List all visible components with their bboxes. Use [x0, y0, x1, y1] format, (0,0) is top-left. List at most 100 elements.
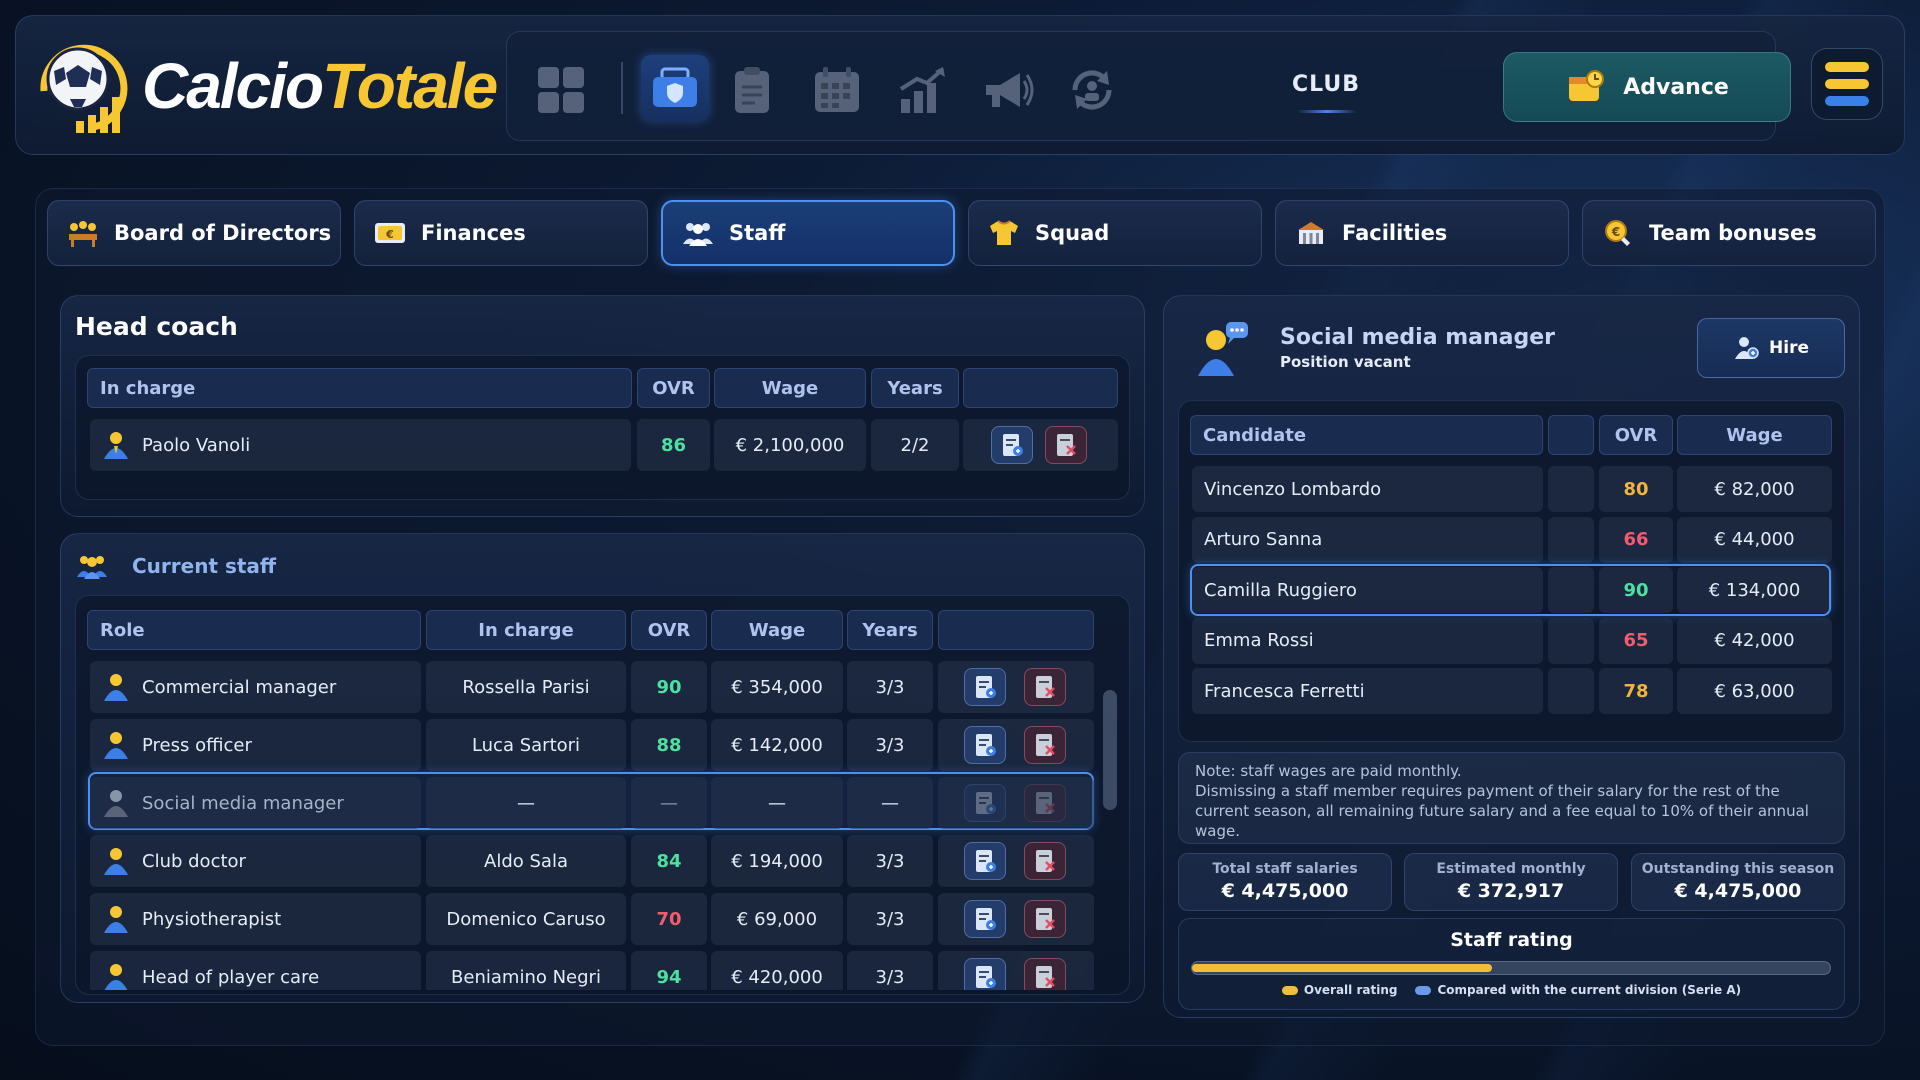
stat-estimated-monthly: Estimated monthly € 372,917: [1404, 853, 1618, 911]
staff-role-label: Head of player care: [142, 966, 320, 988]
board-icon: [69, 221, 97, 247]
football-logo-icon: [34, 31, 130, 141]
renew-contract-icon: [976, 734, 996, 756]
candidate-wage: € 42,000: [1677, 617, 1832, 664]
renew-contract-button[interactable]: [964, 958, 1006, 990]
staff-actions-cell: [938, 719, 1094, 771]
candidate-name[interactable]: Arturo Sanna: [1192, 516, 1543, 563]
staff-role-cell[interactable]: Commercial manager: [90, 661, 421, 713]
dismiss-button[interactable]: [1024, 958, 1066, 990]
stat-value: € 4,475,000: [1221, 880, 1349, 902]
staff-role-cell[interactable]: Physiotherapist: [90, 893, 421, 945]
stats-chart-icon[interactable]: [892, 62, 952, 118]
candidate-name[interactable]: Emma Rossi: [1192, 617, 1543, 664]
main-menu-button[interactable]: [1811, 48, 1883, 120]
dashboard-icon[interactable]: [531, 62, 591, 118]
renew-contract-button[interactable]: [964, 842, 1006, 880]
staff-in-charge: Aldo Sala: [426, 835, 626, 887]
candidate-spacer: [1548, 516, 1594, 563]
tab-facilities[interactable]: Facilities: [1275, 200, 1569, 266]
news-megaphone-icon[interactable]: [977, 62, 1037, 118]
dismiss-button[interactable]: [1024, 900, 1066, 938]
transfers-icon[interactable]: [1062, 62, 1122, 118]
col-header-role: Role: [87, 610, 421, 650]
candidate-wage: € 63,000: [1677, 668, 1832, 714]
calendar-advance-icon: [1569, 70, 1605, 101]
col-header-wage: Wage: [1677, 415, 1832, 455]
dismiss-contract-icon: [1036, 734, 1055, 756]
legend-compare-label: Compared with the current division (Seri…: [1437, 983, 1742, 997]
hire-label: Hire: [1769, 338, 1809, 358]
staff-role-label: Social media manager: [142, 792, 344, 814]
legend-compare: Compared with the current division (Seri…: [1415, 983, 1741, 997]
candidate-name[interactable]: Vincenzo Lombardo: [1192, 466, 1543, 512]
renew-contract-button[interactable]: [964, 726, 1006, 764]
candidate-ovr: 65: [1599, 617, 1673, 664]
staff-wage: € 354,000: [711, 661, 843, 713]
staff-wage: € 194,000: [711, 835, 843, 887]
calendar-icon[interactable]: [807, 62, 867, 118]
staff-role-cell[interactable]: Press officer: [90, 719, 421, 771]
svg-text:€: €: [1611, 225, 1620, 239]
dismiss-button[interactable]: [1045, 426, 1087, 464]
staff-rows-viewport: Commercial manager Rossella Parisi 90 € 354…: [0, 655, 1130, 990]
staff-rating-bar: [1191, 961, 1831, 975]
candidate-wage: € 82,000: [1677, 466, 1832, 512]
dismiss-button[interactable]: [1024, 726, 1066, 764]
current-staff-title: Current staff: [132, 554, 277, 578]
staff-role-cell[interactable]: Club doctor: [90, 835, 421, 887]
staff-person-icon: [104, 674, 128, 701]
staff-rating-title: Staff rating: [1450, 929, 1573, 951]
staff-person-icon: [104, 790, 128, 817]
tab-label: Staff: [729, 221, 786, 245]
renew-contract-button[interactable]: [964, 668, 1006, 706]
staff-actions-cell: [938, 777, 1094, 829]
col-header-ovr: OVR: [637, 368, 710, 408]
dismiss-contract-icon: [1057, 434, 1076, 456]
section-label: CLUB: [1292, 72, 1361, 97]
staff-icon: [683, 223, 713, 246]
staff-scrollbar[interactable]: [1103, 690, 1117, 810]
staff-role-cell[interactable]: Head of player care: [90, 951, 421, 990]
tactics-clipboard-icon[interactable]: [722, 62, 782, 118]
hire-button[interactable]: Hire: [1697, 318, 1845, 378]
staff-group-icon: [77, 556, 107, 579]
tab-staff[interactable]: Staff: [661, 200, 955, 266]
dismiss-contract-icon: [1036, 850, 1055, 872]
col-header-candidate: Candidate: [1190, 415, 1543, 455]
renew-contract-button[interactable]: [991, 426, 1033, 464]
candidate-ovr: 80: [1599, 466, 1673, 512]
col-header-wage: Wage: [714, 368, 866, 408]
head-coach-title: Head coach: [75, 312, 238, 341]
staff-actions-cell: [938, 951, 1094, 990]
section-underline: [1297, 110, 1357, 113]
tab-board-of-directors[interactable]: Board of Directors: [47, 200, 341, 266]
staff-years: —: [847, 777, 933, 829]
dismiss-button[interactable]: [1024, 668, 1066, 706]
staff-ovr: 94: [631, 951, 707, 990]
dismiss-button[interactable]: [1024, 842, 1066, 880]
candidate-name[interactable]: Francesca Ferretti: [1192, 668, 1543, 714]
candidate-spacer: [1548, 617, 1594, 664]
main-nav: CLUB Advance: [506, 31, 1791, 141]
staff-person-icon: [104, 732, 128, 759]
candidate-ovr: 78: [1599, 668, 1673, 714]
renew-contract-button[interactable]: [964, 900, 1006, 938]
staff-in-charge: Luca Sartori: [426, 719, 626, 771]
note-line-1: Note: staff wages are paid monthly.: [1195, 762, 1462, 780]
tab-squad[interactable]: Squad: [968, 200, 1262, 266]
staff-wage-note: Note: staff wages are paid monthly. Dism…: [1178, 752, 1845, 844]
tab-finances[interactable]: € Finances: [354, 200, 648, 266]
staff-role-cell[interactable]: Social media manager: [90, 777, 421, 829]
staff-in-charge: Domenico Caruso: [426, 893, 626, 945]
advance-button[interactable]: Advance: [1503, 52, 1791, 122]
staff-years: 3/3: [847, 835, 933, 887]
tab-team-bonuses[interactable]: € Team bonuses: [1582, 200, 1876, 266]
stat-value: € 4,475,000: [1674, 880, 1802, 902]
coach-name-cell[interactable]: Paolo Vanoli: [90, 419, 631, 471]
logo-wordmark: CalcioTotale: [142, 50, 498, 122]
staff-years: 3/3: [847, 893, 933, 945]
candidate-wage: € 44,000: [1677, 516, 1832, 563]
club-briefcase-icon[interactable]: [641, 55, 709, 121]
staff-wage: € 420,000: [711, 951, 843, 990]
